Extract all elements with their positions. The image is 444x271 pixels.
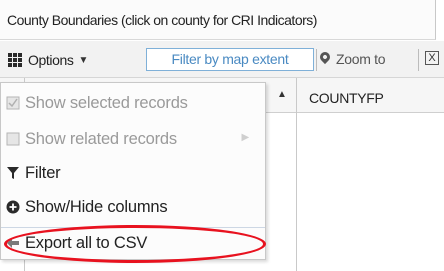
location-pin-icon xyxy=(317,49,333,65)
filter-by-map-extent-button[interactable]: Filter by map extent xyxy=(146,48,314,71)
tab-title: County Boundaries (click on county for C… xyxy=(7,12,317,28)
export-arrow-icon xyxy=(5,237,21,249)
menu-item-label: Filter xyxy=(25,163,61,182)
attribute-table-toolbar: Options ▼ Filter by map extent Zoom to X xyxy=(0,41,444,78)
submenu-arrow-icon: ▶ xyxy=(241,132,250,143)
sort-ascending-icon[interactable]: ▲ xyxy=(277,89,287,100)
clear-selection-icon[interactable]: X xyxy=(425,51,439,65)
zoom-to-label: Zoom to xyxy=(336,51,386,67)
menu-item-label: Show related records xyxy=(25,129,177,148)
toolbar-separator xyxy=(418,49,419,71)
options-button[interactable]: Options ▼ xyxy=(8,50,88,70)
attribute-table-tab[interactable]: County Boundaries (click on county for C… xyxy=(0,0,436,40)
menu-item-export-all-to-csv[interactable]: Export all to CSV xyxy=(1,227,265,259)
column-header-countyfp[interactable]: COUNTYFP xyxy=(309,90,384,106)
grid-menu-icon xyxy=(8,53,24,67)
menu-item-label: Show/Hide columns xyxy=(25,197,168,216)
menu-item-show-selected-records[interactable]: Show selected records xyxy=(1,87,265,119)
checkbox-icon xyxy=(5,96,21,110)
options-label: Options xyxy=(28,52,74,68)
menu-item-label: Show selected records xyxy=(25,93,188,112)
options-dropdown-menu: Show selected records Show related recor… xyxy=(0,82,266,260)
caret-down-icon: ▼ xyxy=(78,54,88,66)
zoom-to-button[interactable]: Zoom to xyxy=(317,49,386,67)
column-divider xyxy=(296,78,297,271)
menu-item-show-hide-columns[interactable]: Show/Hide columns xyxy=(1,191,265,223)
circle-plus-icon xyxy=(5,200,21,214)
menu-item-show-related-records[interactable]: Show related records ▶ xyxy=(1,123,265,155)
toolbar-separator xyxy=(316,49,317,71)
filter-icon xyxy=(5,166,21,180)
menu-item-label: Export all to CSV xyxy=(25,233,148,252)
related-records-icon xyxy=(5,132,21,146)
menu-item-filter[interactable]: Filter xyxy=(1,157,265,189)
